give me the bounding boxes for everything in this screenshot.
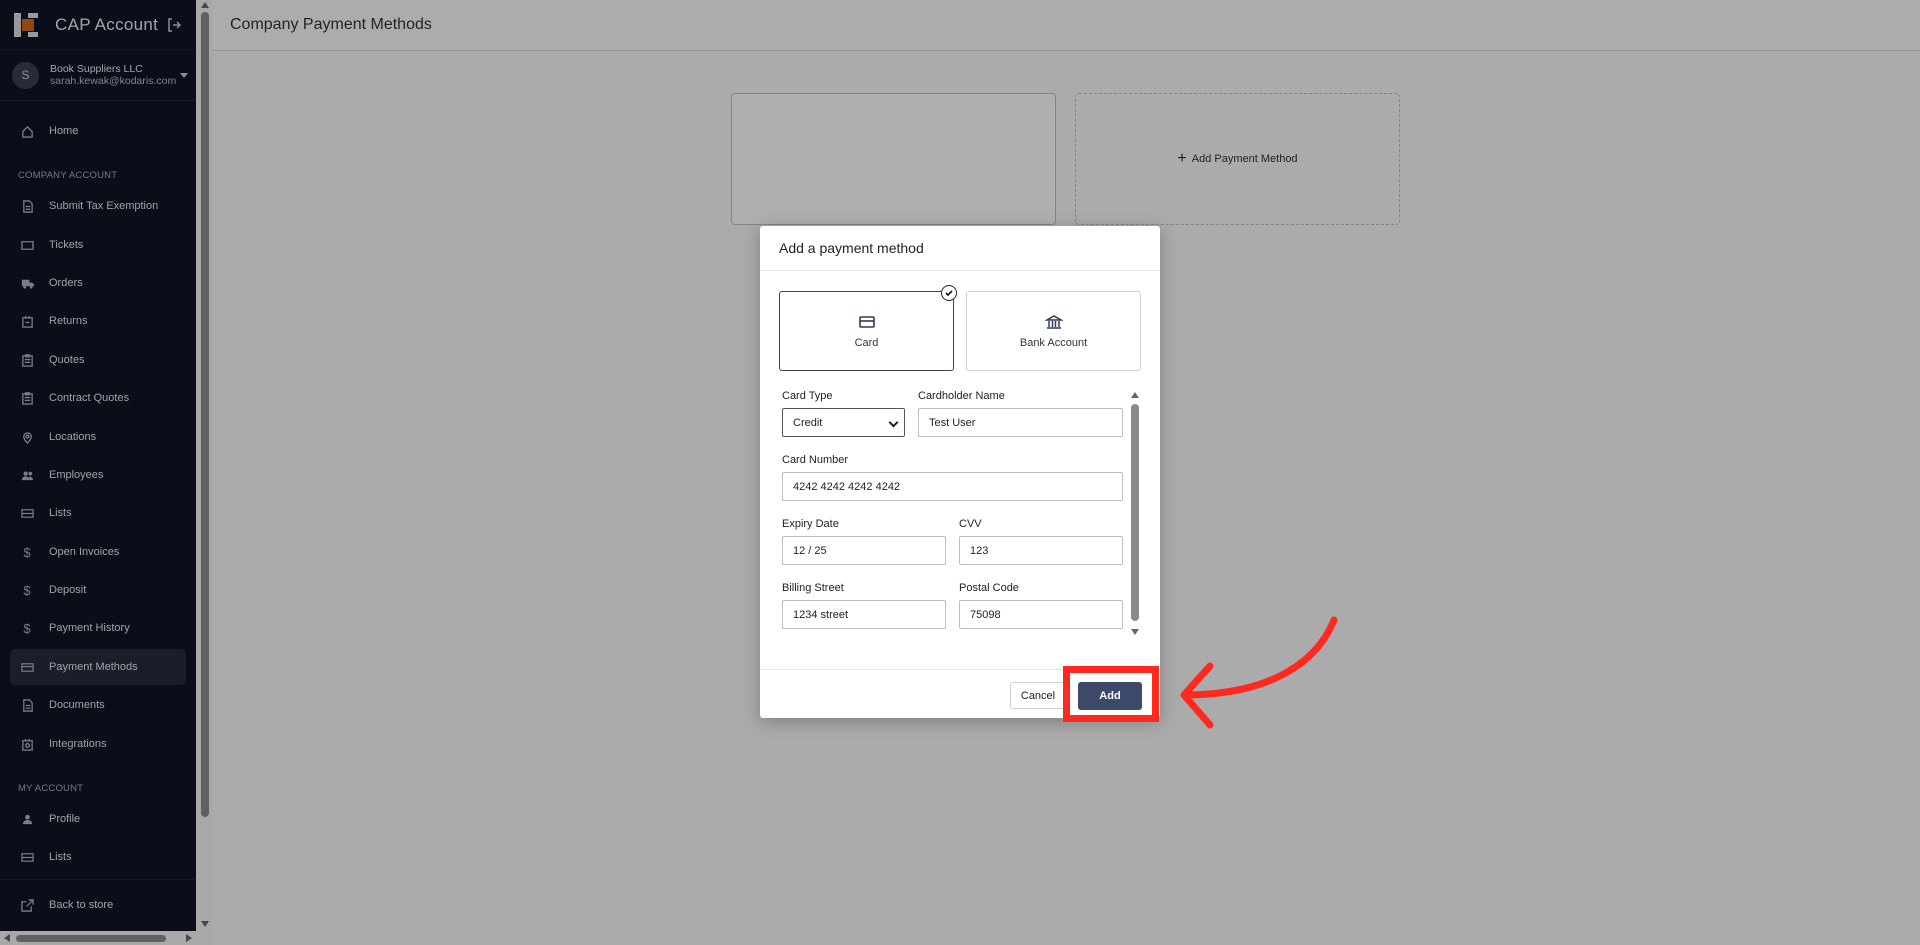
expiry-date-input[interactable]: 12 / 25 — [782, 536, 946, 565]
payment-type-card[interactable]: Card — [779, 291, 954, 371]
credit-card-icon — [858, 316, 875, 328]
add-payment-modal: Add a payment method Card Bank Account C… — [760, 226, 1160, 718]
postal-code-label: Postal Code — [959, 582, 1019, 594]
pointer-arrow-icon — [1180, 616, 1338, 729]
scroll-up-icon[interactable] — [1131, 392, 1139, 398]
checkmark-icon — [941, 285, 957, 301]
payment-type-bank-account[interactable]: Bank Account — [966, 291, 1141, 371]
bank-icon — [1044, 315, 1063, 329]
postal-code-input[interactable]: 75098 — [959, 600, 1123, 629]
card-number-input[interactable]: 4242 4242 4242 4242 — [782, 472, 1123, 501]
billing-street-input[interactable]: 1234 street — [782, 600, 946, 629]
modal-scrollbar[interactable] — [1129, 390, 1141, 637]
card-number-label: Card Number — [782, 454, 849, 466]
scroll-down-icon[interactable] — [1131, 629, 1139, 635]
cvv-input[interactable]: 123 — [959, 536, 1123, 565]
card-type-select[interactable]: Credit — [782, 408, 905, 437]
highlight-box — [1063, 666, 1159, 722]
expiry-date-label: Expiry Date — [782, 518, 839, 530]
scrollbar-thumb[interactable] — [1131, 404, 1139, 621]
billing-street-label: Billing Street — [782, 582, 844, 594]
card-form: Card Type Credit Cardholder Name Test Us… — [782, 390, 1127, 637]
chevron-down-icon — [888, 417, 899, 428]
cvv-label: CVV — [959, 518, 982, 530]
card-type-label: Card Type — [782, 390, 833, 402]
cardholder-name-label: Cardholder Name — [918, 390, 1005, 402]
modal-title: Add a payment method — [760, 226, 1160, 271]
cardholder-name-input[interactable]: Test User — [918, 408, 1123, 437]
cancel-button[interactable]: Cancel — [1010, 682, 1066, 709]
